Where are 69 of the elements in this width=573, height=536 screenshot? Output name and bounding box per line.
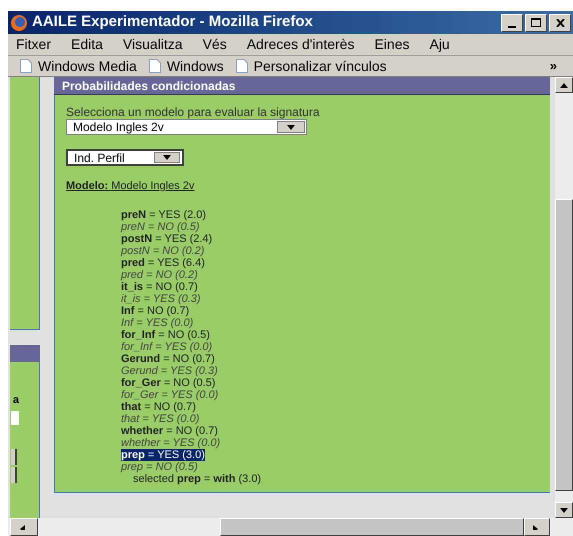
bookmark-link[interactable]: Windows: [166, 56, 224, 76]
result-line: selected prep = with (3.0): [132, 472, 262, 484]
left-arrow-icon: [20, 524, 28, 530]
menu-item[interactable]: Adreces d'interès: [242, 34, 358, 55]
down-arrow-icon: [560, 508, 568, 512]
probability-line: it_is = NO (0.7): [121, 280, 198, 292]
probability-line: that = YES (0.0): [121, 412, 200, 424]
side-button[interactable]: [11, 448, 17, 464]
prompt-text: Selecciona un modelo para evaluar la signatura: [66, 105, 320, 119]
maximize-icon: [531, 18, 541, 27]
close-icon: [556, 18, 564, 26]
model-select[interactable]: Modelo Ingles 2v: [66, 119, 307, 135]
side-button[interactable]: [11, 466, 17, 482]
up-arrow-icon: [560, 82, 568, 88]
page-icon: [20, 59, 32, 73]
dropdown-button[interactable]: [154, 152, 180, 163]
probability-line: pred = YES (6.4): [121, 256, 205, 268]
caret-icon: [287, 124, 295, 130]
menu-item[interactable]: Edita: [67, 34, 107, 55]
probability-line: for_Inf = YES (0.0): [121, 340, 212, 352]
probability-line: whether = NO (0.7): [121, 424, 218, 436]
probability-line: postN = NO (0.2): [121, 244, 204, 256]
scroll-down-button[interactable]: [555, 502, 573, 518]
menu-item[interactable]: Vés: [198, 34, 231, 55]
window-title: AAILE Experimentador - Mozilla Firefox: [32, 12, 314, 32]
page-icon: [148, 59, 161, 73]
probability-line: preN = YES (2.0): [121, 208, 206, 220]
scroll-left-button[interactable]: [10, 518, 38, 536]
more-bookmarks-button[interactable]: »: [550, 56, 557, 76]
probability-line: Gerund = NO (0.7): [121, 352, 215, 364]
minimize-icon: [508, 26, 516, 28]
menu-item[interactable]: Aju: [425, 34, 454, 55]
vertical-scrollbar[interactable]: [555, 77, 573, 518]
horizontal-scrollbar[interactable]: [8, 518, 573, 536]
probability-line: Gerund = YES (0.3): [121, 364, 218, 376]
probability-line: postN = YES (2.4): [121, 232, 212, 244]
bookmark-link[interactable]: Personalizar vínculos: [254, 56, 387, 76]
bookmark-link[interactable]: Windows Media: [38, 56, 137, 76]
probability-line: that = NO (0.7): [121, 400, 196, 412]
probability-line: prep = NO (0.5): [121, 460, 198, 472]
probability-line: it_is = YES (0.3): [121, 292, 201, 304]
probability-line: for_Inf = NO (0.5): [121, 328, 210, 340]
close-button[interactable]: [549, 14, 571, 32]
panel-title: Probabilidades condicionadas: [62, 78, 236, 94]
dropdown-button[interactable]: [277, 121, 305, 133]
probability-line: Inf = YES (0.0): [121, 316, 194, 328]
side-panel-header: [10, 345, 40, 362]
minimize-button[interactable]: [501, 14, 523, 32]
probability-line: for_Ger = YES (0.0): [121, 388, 218, 400]
profile-select[interactable]: Ind. Perfil: [66, 149, 184, 166]
page-icon: [236, 59, 248, 73]
menu-item[interactable]: Eines: [370, 34, 414, 55]
probability-line: whether = YES (0.0): [121, 436, 220, 448]
scroll-thumb[interactable]: [220, 518, 524, 536]
caret-icon: [163, 155, 171, 160]
probability-line: preN = NO (0.5): [121, 220, 200, 232]
probability-line: pred = NO (0.2): [121, 268, 198, 280]
scroll-right-button[interactable]: [524, 518, 550, 536]
side-label: a: [12, 393, 20, 408]
scroll-thumb[interactable]: [555, 199, 573, 491]
input-field[interactable]: [11, 410, 19, 424]
model-heading: Modelo: Modelo Ingles 2v: [66, 179, 194, 194]
scroll-up-button[interactable]: [555, 77, 573, 93]
menu-item[interactable]: Visualitza: [118, 34, 187, 55]
maximize-button[interactable]: [525, 14, 547, 32]
menu-item[interactable]: Fitxer: [12, 34, 55, 55]
probability-line: for_Ger = NO (0.5): [121, 376, 216, 388]
globe-icon: [10, 14, 28, 32]
probability-line: Inf = NO (0.7): [121, 304, 190, 316]
